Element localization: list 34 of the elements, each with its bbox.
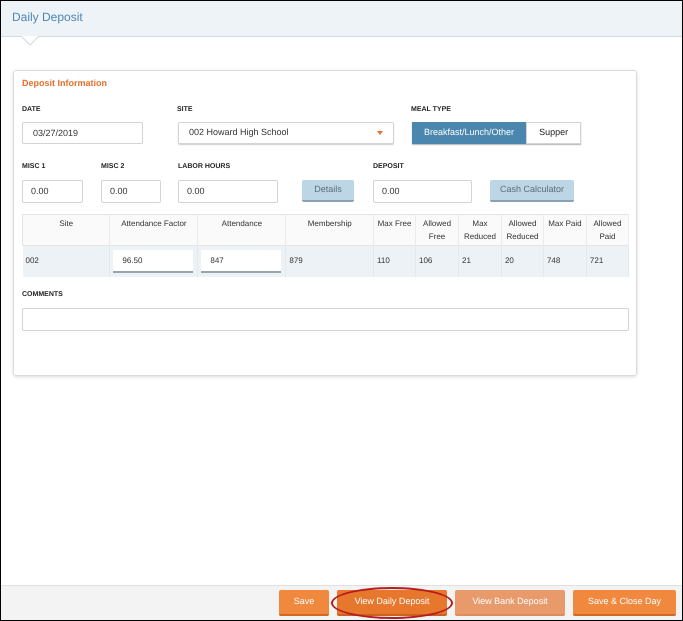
deposit-field[interactable]: 0.00	[373, 180, 472, 202]
column-header: Attendance	[222, 218, 262, 228]
column-header: Max Reduced	[462, 218, 497, 242]
meal-type-option[interactable]: Breakfast/Lunch/Other	[412, 122, 526, 144]
meal-type-option[interactable]: Supper	[526, 122, 582, 144]
page-title: Daily Deposit	[12, 10, 83, 24]
table-cell: 721	[590, 256, 604, 266]
details-button[interactable]: Details	[302, 180, 354, 202]
cash-calculator-button[interactable]: Cash Calculator	[490, 180, 574, 202]
column-header: Site	[59, 218, 74, 228]
column-header: Allowed Reduced	[505, 218, 540, 242]
caret-icon	[377, 131, 383, 135]
table-cell: 748	[546, 256, 560, 266]
misc-1-field[interactable]: 0.00	[22, 180, 83, 202]
date-field[interactable]: 03/27/2019	[22, 122, 143, 144]
table-input-field[interactable]: 847	[201, 250, 282, 273]
table-cell: 879	[289, 256, 303, 266]
table-cell: 20	[504, 256, 514, 266]
site-dropdown[interactable]: 002 Howard High School	[178, 122, 394, 144]
section-title: Deposit Information	[22, 77, 108, 90]
labor-hours-field[interactable]: 0.00	[178, 180, 278, 202]
column-header: Max Free	[376, 218, 412, 230]
table-input-field[interactable]: 96.50	[113, 250, 194, 273]
comments-field[interactable]	[22, 308, 629, 330]
misc-2-field[interactable]: 0.00	[101, 180, 161, 202]
column-header: Attendance Factor	[121, 218, 187, 228]
column-header: Allowed Paid	[592, 218, 622, 242]
table-cell: 110	[377, 256, 390, 266]
column-header: Membership	[308, 218, 352, 228]
table-cell: 21	[462, 256, 471, 266]
column-header: Allowed Free	[422, 218, 452, 242]
table-cell: 106	[419, 256, 432, 266]
column-header: Max Paid	[547, 218, 583, 230]
table-cell: 002	[26, 256, 39, 266]
